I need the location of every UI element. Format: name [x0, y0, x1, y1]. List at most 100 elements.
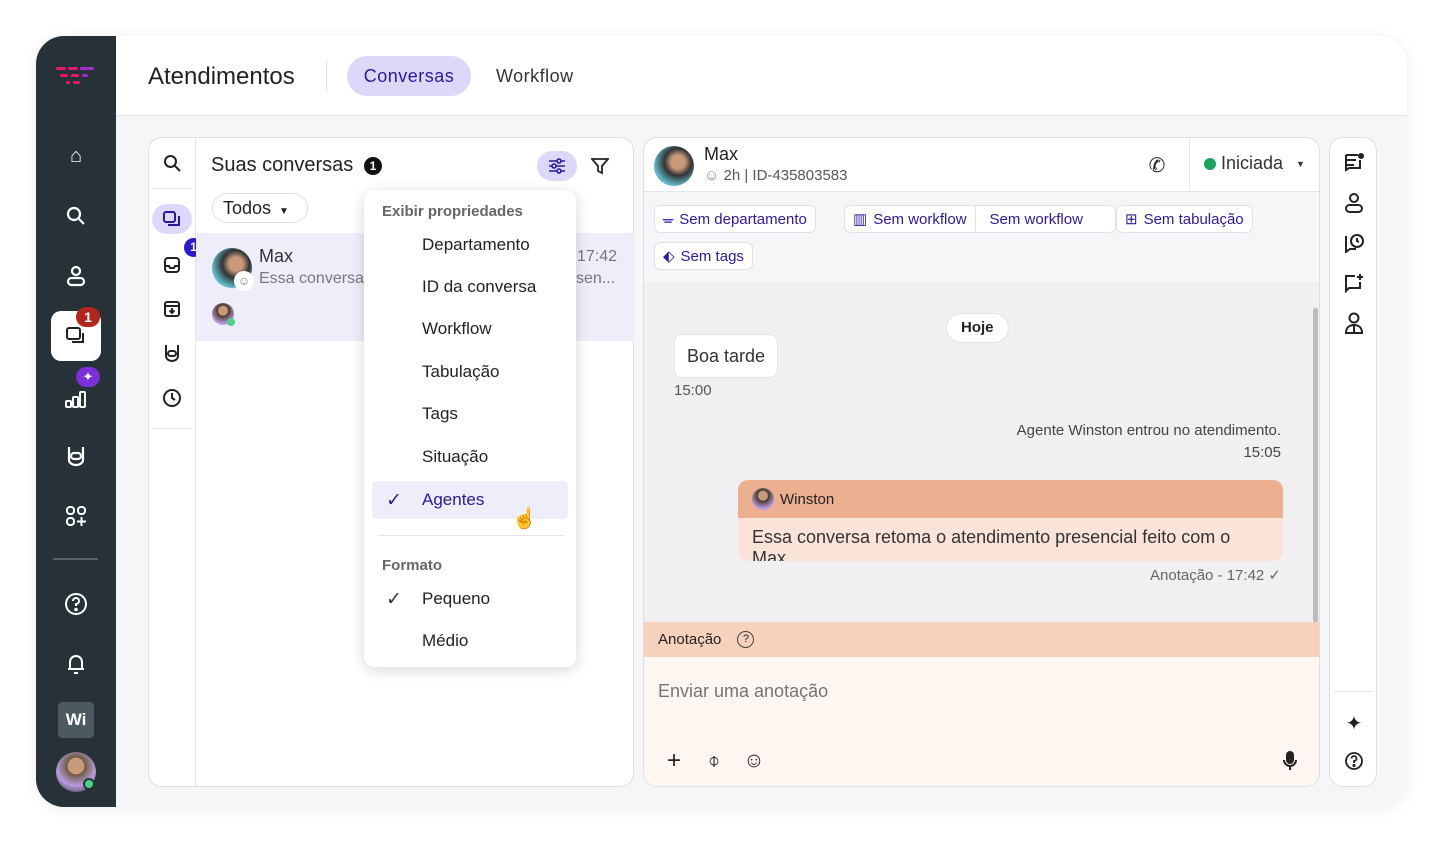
- message-time: 15:00: [674, 382, 712, 399]
- display-settings-button[interactable]: [537, 151, 577, 181]
- archive-icon[interactable]: [157, 294, 187, 324]
- tabulation-chip[interactable]: ⊞ Sem tabulação: [1116, 205, 1253, 233]
- online-status-icon: [227, 318, 235, 326]
- filter-value: Todos: [223, 198, 272, 218]
- workspace-button[interactable]: Wi: [58, 702, 94, 738]
- ai-sparkle-icon[interactable]: ✦: [1339, 708, 1369, 738]
- contact-icon[interactable]: [1339, 188, 1369, 218]
- menu-item-tabulacao[interactable]: Tabulação: [372, 353, 568, 391]
- plus-icon[interactable]: +: [662, 747, 686, 774]
- top-header: Atendimentos Conversas Workflow: [116, 36, 1407, 116]
- attachment-icon[interactable]: ⌽: [702, 749, 726, 773]
- tab-workflow[interactable]: Workflow: [496, 56, 574, 96]
- department-chip[interactable]: ᚚ Sem departamento: [654, 205, 816, 233]
- home-icon[interactable]: ⌂: [51, 131, 101, 181]
- menu-item-medio[interactable]: Médio: [372, 622, 568, 660]
- contact-name: Max: [259, 246, 294, 266]
- annotation-mode-label: Anotação: [658, 631, 722, 648]
- status-dropdown[interactable]: Iniciada ▼: [1204, 153, 1305, 174]
- conversation-id: 2h | ID-435803583: [723, 167, 848, 184]
- inbox-icon[interactable]: [157, 250, 187, 280]
- annotation-input[interactable]: [658, 675, 1298, 707]
- menu-item-agentes[interactable]: ✓ Agentes: [372, 481, 568, 519]
- conversation-count-badge: 1: [364, 157, 382, 175]
- grid-icon: ⊞: [1125, 211, 1138, 228]
- kanban-icon: ▥: [853, 211, 868, 228]
- logo-icon: [56, 64, 96, 88]
- bell-icon[interactable]: [51, 639, 101, 689]
- menu-item-situacao[interactable]: Situação: [372, 438, 568, 476]
- menu-item-id-conversa[interactable]: ID da conversa: [372, 268, 568, 306]
- date-separator: Hoje: [946, 313, 1009, 343]
- caret-down-icon: ▼: [279, 206, 289, 217]
- system-message-time: 15:05: [1243, 444, 1281, 461]
- microphone-icon[interactable]: [1278, 749, 1302, 773]
- chat-panel: Max ☺ 2h | ID-435803583 ✆ Iniciada ▼ ᚚ Sem…: [643, 137, 1320, 787]
- whatsapp-channel-icon: ☺: [234, 271, 254, 291]
- workflow-stage[interactable]: Sem workflow: [982, 211, 1091, 228]
- menu-divider: [378, 535, 564, 536]
- tags-chip[interactable]: ⬖ Sem tags: [654, 242, 753, 270]
- hierarchy-icon: ᚚ: [663, 211, 674, 228]
- annotation-header: Winston: [738, 480, 1283, 518]
- phone-icon[interactable]: ✆: [1142, 150, 1172, 180]
- menu-section-title: Exibir propriedades: [382, 203, 523, 220]
- annotation-message: Winston Essa conversa retoma o atendimen…: [738, 480, 1283, 561]
- online-status-icon: [83, 778, 95, 790]
- conversation-meta: ☺ 2h | ID-435803583: [704, 167, 847, 184]
- menu-item-pequeno[interactable]: ✓ Pequeno: [372, 580, 568, 618]
- history-chat-icon[interactable]: [1339, 228, 1369, 258]
- chip-label: Sem workflow: [873, 210, 967, 228]
- filter-dropdown[interactable]: Todos ▼: [212, 193, 308, 223]
- system-message: Agente Winston entrou no atendimento.: [1016, 422, 1281, 439]
- filter-icon[interactable]: [585, 151, 615, 181]
- menu-item-tags[interactable]: Tags: [372, 395, 568, 433]
- help-icon[interactable]: [1339, 746, 1369, 776]
- add-note-icon[interactable]: [1339, 268, 1369, 298]
- help-icon[interactable]: ?: [737, 631, 755, 648]
- chip-label: Sem tags: [680, 247, 744, 265]
- contacts-icon[interactable]: [51, 251, 101, 301]
- chip-label: Sem departamento: [679, 210, 807, 228]
- history-icon[interactable]: [157, 383, 187, 413]
- emoji-icon[interactable]: ☺: [742, 749, 766, 773]
- search-icon[interactable]: [157, 148, 187, 178]
- menu-section-title: Formato: [382, 557, 442, 574]
- apps-icon[interactable]: [51, 491, 101, 541]
- reports-icon[interactable]: [51, 374, 101, 424]
- chip-label: Sem tabulação: [1143, 210, 1244, 228]
- my-conversations-icon[interactable]: [152, 204, 192, 234]
- tab-conversas[interactable]: Conversas: [347, 56, 471, 96]
- conversation-details-icon[interactable]: [1339, 148, 1369, 178]
- menu-item-label: Pequeno: [422, 589, 491, 608]
- contact-avatar: [654, 146, 694, 186]
- properties-bar: ᚚ Sem departamento ▥ Sem workflow Sem work…: [644, 192, 1319, 282]
- divider: [153, 428, 191, 429]
- bot-icon[interactable]: [157, 338, 187, 368]
- header-divider: [326, 61, 327, 91]
- page-title: Atendimentos: [148, 63, 295, 90]
- contact-name: Max: [704, 144, 739, 164]
- agent-icon[interactable]: [1339, 308, 1369, 338]
- header-divider: [1189, 138, 1190, 192]
- menu-item-label: Agentes: [422, 490, 485, 509]
- caret-down-icon: ▼: [1296, 158, 1305, 169]
- help-icon[interactable]: [51, 579, 101, 629]
- composer-mode-bar: Anotação?: [644, 622, 1319, 657]
- agent-avatar: [752, 488, 774, 510]
- menu-item-departamento[interactable]: Departamento: [372, 226, 568, 264]
- sidebar-divider: [53, 558, 98, 560]
- check-icon: ✓: [386, 490, 402, 511]
- annotation-author: Winston: [780, 490, 835, 508]
- bot-icon[interactable]: [51, 431, 101, 481]
- divider: [153, 188, 191, 189]
- workflow-board[interactable]: ▥ Sem workflow: [845, 206, 976, 232]
- menu-item-workflow[interactable]: Workflow: [372, 310, 568, 348]
- chat-scrollbar[interactable]: [1313, 308, 1318, 623]
- search-icon[interactable]: [51, 191, 101, 241]
- workflow-chip[interactable]: ▥ Sem workflow Sem workflow: [844, 205, 1116, 233]
- list-title: Suas conversas: [211, 154, 354, 176]
- chat-header: Max ☺ 2h | ID-435803583 ✆ Iniciada ▼: [644, 138, 1319, 192]
- check-icon: ✓: [386, 589, 402, 610]
- message-preview-tail: sen...: [576, 270, 616, 287]
